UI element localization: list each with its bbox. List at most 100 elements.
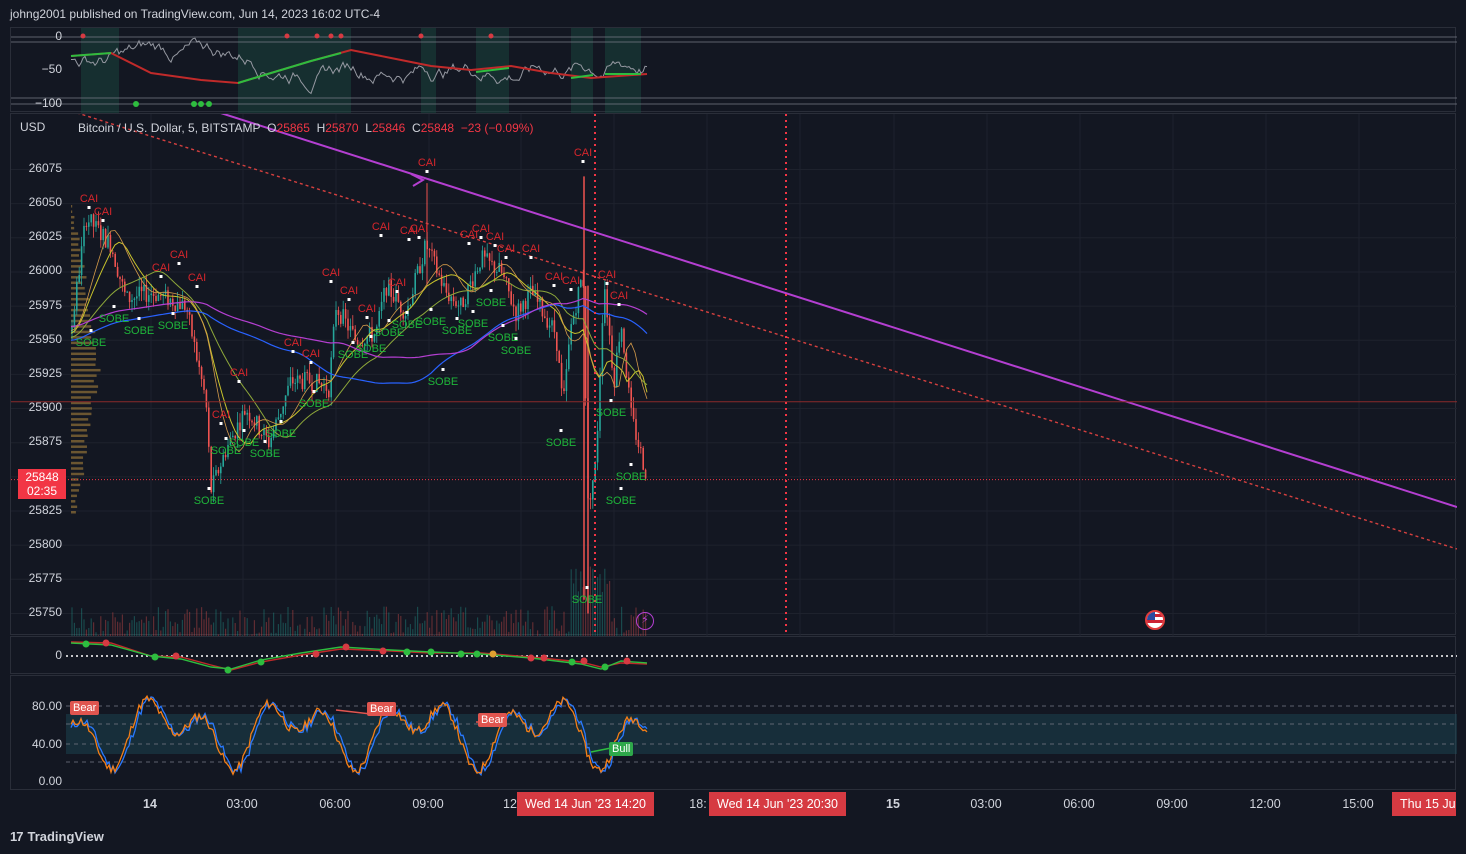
volume-bar (630, 614, 632, 636)
sobe-buy-label: SOBE (356, 343, 387, 355)
candle-body (575, 313, 577, 316)
time-tick: 12 (503, 797, 517, 811)
main-chart-svg: CAICAICAICAICAICAICAICAICAICAICAICAICAIC… (11, 114, 1457, 636)
volume-bar (424, 620, 426, 636)
candle-body (469, 281, 472, 285)
volume-bar (553, 610, 555, 636)
volume-bar (105, 619, 107, 636)
volume-profile-bar (71, 379, 94, 383)
candle-body (124, 281, 126, 293)
macd-cross-dot (489, 650, 497, 658)
volume-bar (117, 621, 119, 636)
volume-bar (448, 614, 450, 636)
tradingview-footer-logo[interactable]: 17 TradingView (10, 829, 104, 844)
lightning-event-icon[interactable]: ⚡ (636, 612, 654, 630)
candle-body (592, 480, 594, 500)
candle-body (412, 294, 414, 306)
candle-body (196, 341, 198, 361)
open-value: 25865 (276, 121, 310, 135)
volume-bar (292, 609, 294, 636)
volume-bar (306, 616, 308, 636)
volume-bar (304, 628, 306, 636)
candle-body (342, 309, 344, 324)
volume-bar (114, 617, 116, 636)
volume-bar (400, 615, 402, 636)
volume-profile-bar (71, 450, 87, 454)
candle-body (193, 336, 196, 342)
sobe-buy-label: SOBE (194, 495, 225, 507)
cai-sell-label: CAI (284, 337, 302, 349)
volume-bar (563, 611, 565, 636)
candle-body (498, 262, 500, 272)
signal-dot (133, 101, 139, 107)
symbol-legend[interactable]: Bitcoin / U.S. Dollar, 5, BITSTAMP O2586… (78, 121, 533, 135)
volume-bar (409, 624, 411, 636)
signal-dot (112, 305, 116, 308)
candle-body (112, 252, 114, 254)
volume-bar (453, 617, 455, 636)
signal-dot (418, 33, 424, 39)
volume-bar (100, 616, 102, 636)
candle-body (433, 250, 436, 257)
candle-body (580, 280, 582, 288)
price-tick: 26050 (28, 195, 62, 210)
macd-cross-dot (403, 648, 411, 656)
volume-bar (337, 607, 339, 636)
candle-body (306, 372, 308, 374)
candle-body (344, 309, 347, 319)
volume-bar (189, 611, 191, 636)
time-tick: 09:00 (412, 797, 444, 811)
cai-sell-label: CAI (562, 275, 580, 287)
stoch-pane[interactable] (10, 675, 1457, 790)
volume-profile-bar (71, 439, 85, 443)
signal-dot (284, 33, 290, 39)
signal-dot (429, 308, 433, 311)
volume-bar (268, 617, 270, 636)
price-tick: 26025 (28, 229, 62, 244)
candle-body (251, 420, 253, 423)
sobe-buy-label: SOBE (616, 471, 647, 483)
volume-bar (373, 616, 375, 636)
volume-bar (210, 624, 212, 636)
volume-profile-bar (71, 429, 87, 432)
candle-body (76, 282, 78, 311)
candle-body (143, 284, 145, 292)
candle-body (632, 407, 635, 420)
volume-bar (203, 619, 205, 636)
candle-body (642, 447, 644, 470)
candle-body (556, 332, 558, 351)
us-flag-event-icon[interactable] (1145, 610, 1165, 630)
volume-bar (198, 627, 200, 636)
candle-body (325, 384, 328, 391)
volume-profile-bar (71, 215, 75, 219)
candle-body (340, 314, 342, 324)
signal-dot (559, 429, 563, 432)
volume-bar (71, 607, 73, 636)
candle-body (488, 253, 491, 261)
signal-dot (629, 463, 633, 466)
volume-bar (261, 626, 263, 636)
signal-dot (224, 437, 228, 440)
volume-bar (107, 621, 109, 636)
candle-body (589, 498, 592, 500)
volume-bar (289, 626, 291, 636)
candle-body (522, 301, 524, 312)
volume-bar (143, 622, 145, 636)
candle-body (172, 298, 174, 306)
volume-bar (121, 614, 123, 636)
volume-bar (381, 624, 383, 636)
volume-bar (76, 628, 78, 636)
volume-bar (342, 625, 344, 636)
volume-profile-bar (71, 363, 96, 366)
candle-body (347, 318, 349, 331)
candle-body (308, 372, 311, 384)
volume-profile-bar (71, 434, 88, 438)
main-chart-pane[interactable]: CAI CAI CAI CAI CAI CAI CAI CAI CAI CAI CAI CAI CAI C… (10, 113, 1457, 636)
signal-dot (529, 256, 533, 259)
top-oscillator-pane[interactable] (10, 27, 1457, 113)
candle-body (157, 294, 160, 302)
volume-bar (88, 627, 90, 636)
candle-body (570, 324, 572, 345)
macd-pane[interactable] (10, 636, 1457, 674)
volume-bar (133, 616, 135, 636)
